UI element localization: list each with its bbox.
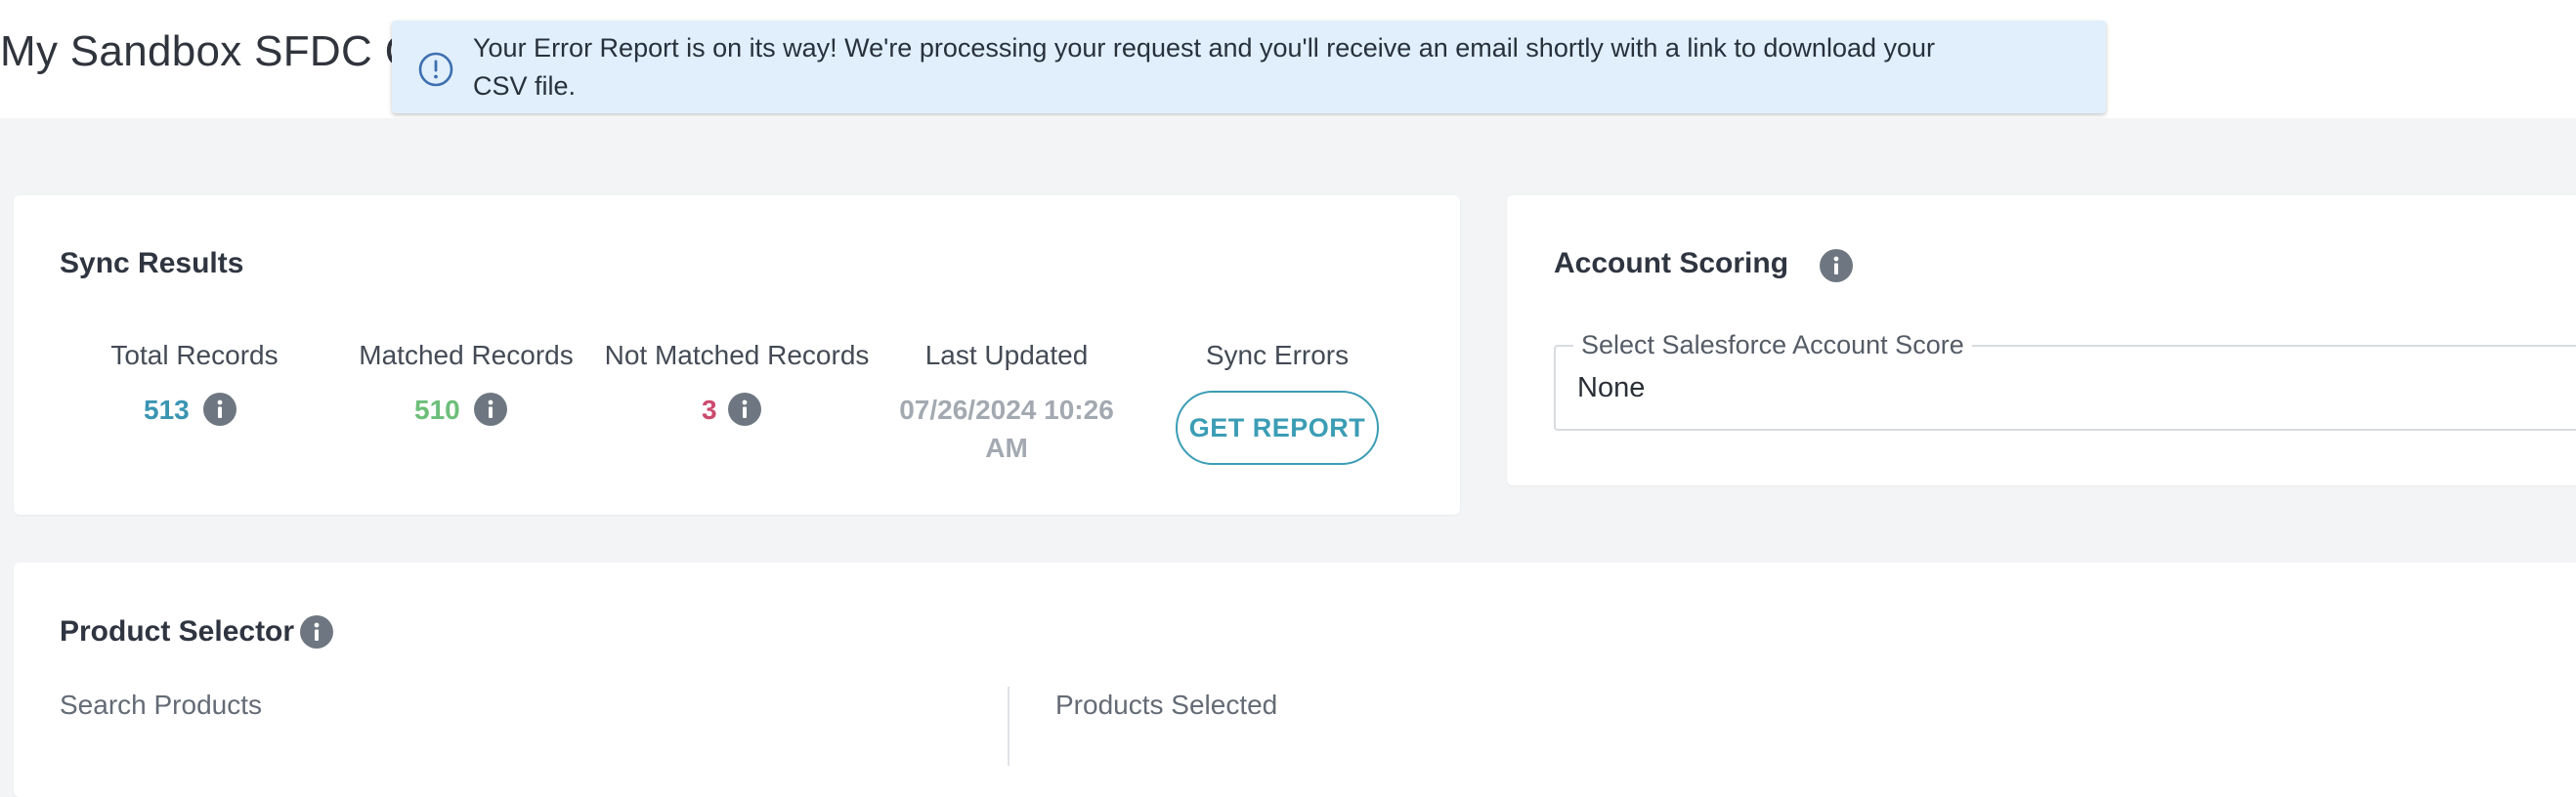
not-matched-records-label: Not Matched Records bbox=[604, 340, 870, 370]
product-selector-title: Product Selector bbox=[60, 615, 295, 648]
product-selector-card bbox=[14, 563, 2576, 797]
column-divider bbox=[1008, 687, 1009, 766]
matched-records-value: 510 bbox=[414, 395, 460, 425]
products-selected-label: Products Selected bbox=[1055, 690, 1278, 720]
info-icon[interactable] bbox=[300, 615, 333, 649]
account-scoring-title: Account Scoring bbox=[1554, 247, 1789, 279]
not-matched-records-value: 3 bbox=[702, 395, 717, 425]
info-icon[interactable] bbox=[1820, 249, 1853, 282]
alert-circle-icon bbox=[418, 52, 453, 86]
account-score-select-value[interactable]: None bbox=[1577, 372, 1645, 404]
info-icon[interactable] bbox=[474, 393, 507, 426]
total-records-value: 513 bbox=[144, 395, 190, 425]
info-icon[interactable] bbox=[728, 393, 761, 426]
search-products-label: Search Products bbox=[60, 690, 262, 720]
notification-toast: Your Error Report is on its way! We're p… bbox=[392, 21, 2106, 113]
matched-records-label: Matched Records bbox=[359, 340, 574, 370]
last-updated-value: 07/26/2024 10:26 AM bbox=[899, 395, 1114, 463]
last-updated-label: Last Updated bbox=[924, 340, 1089, 370]
toast-message: Your Error Report is on its way! We're p… bbox=[473, 32, 1936, 101]
page-title: My Sandbox SFDC C bbox=[0, 27, 416, 75]
sync-results-title: Sync Results bbox=[60, 247, 244, 279]
get-report-button[interactable]: GET REPORT bbox=[1176, 391, 1379, 465]
info-icon[interactable] bbox=[203, 393, 236, 426]
sync-errors-label: Sync Errors bbox=[1205, 340, 1350, 370]
total-records-label: Total Records bbox=[110, 340, 279, 370]
account-score-select-label: Select Salesforce Account Score bbox=[1573, 330, 1972, 360]
